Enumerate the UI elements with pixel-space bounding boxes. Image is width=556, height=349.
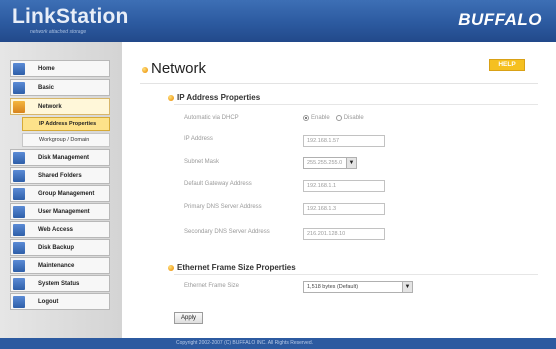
sidebar-subitem-workgroup-domain[interactable]: Workgroup / Domain <box>22 133 110 147</box>
ethernet-frame-size-value: 1,518 bytes (Default) <box>307 284 359 290</box>
sidebar-item-basic[interactable]: Basic <box>10 79 110 96</box>
backup-icon <box>13 241 25 254</box>
sidebar-item-system-status[interactable]: System Status <box>10 275 110 292</box>
sidebar-item-label: Shared Folders <box>38 172 82 179</box>
chevron-down-icon: ▼ <box>346 158 356 168</box>
network-icon <box>13 100 25 113</box>
apply-button[interactable]: Apply <box>174 312 203 324</box>
section-title-ethernet-frame: Ethernet Frame Size Properties <box>177 263 296 272</box>
ethernet-frame-size-select[interactable]: 1,518 bytes (Default) ▼ <box>303 281 413 293</box>
home-icon <box>13 62 25 75</box>
header-bar: LinkStation network attached storage BUF… <box>0 0 556 42</box>
default-gateway-label: Default Gateway Address <box>184 181 252 187</box>
sidebar-item-label: Logout <box>38 298 59 305</box>
footer-bar: Copyright 2002-2007 (C) BUFFALO INC. All… <box>0 338 556 349</box>
help-button[interactable]: HELP <box>489 59 525 71</box>
dhcp-disable-radio[interactable]: Disable <box>335 115 364 121</box>
divider <box>174 104 538 105</box>
folder-icon <box>13 169 25 182</box>
sidebar-item-label: System Status <box>38 280 80 287</box>
linkstation-logo: LinkStation <box>12 5 129 28</box>
sidebar-item-group-management[interactable]: Group Management <box>10 185 110 202</box>
sidebar-item-user-management[interactable]: User Management <box>10 203 110 220</box>
buffalo-logo: BUFFALO <box>458 10 542 29</box>
sidebar-item-maintenance[interactable]: Maintenance <box>10 257 110 274</box>
sidebar-item-label: Maintenance <box>38 262 75 269</box>
sidebar-item-label: Disk Management <box>38 154 90 161</box>
group-icon <box>13 187 25 200</box>
sidebar-item-label: Basic <box>38 84 55 91</box>
sidebar-item-label: Network <box>38 103 62 110</box>
title-bullet-icon <box>142 67 148 73</box>
sidebar-item-disk-backup[interactable]: Disk Backup <box>10 239 110 256</box>
default-gateway-field[interactable]: 192.168.1.1 <box>303 180 385 192</box>
basic-settings-icon <box>13 81 25 94</box>
globe-icon <box>13 223 25 236</box>
divider <box>174 274 538 275</box>
sidebar-item-label: IP Address Properties <box>39 121 97 127</box>
sidebar-item-home[interactable]: Home <box>10 60 110 77</box>
chevron-down-icon: ▼ <box>402 282 412 292</box>
section-title-ip-address: IP Address Properties <box>177 93 261 102</box>
primary-dns-field[interactable]: 192.168.1.3 <box>303 203 385 215</box>
user-icon <box>13 205 25 218</box>
subnet-mask-select[interactable]: 255.255.255.0 ▼ <box>303 157 357 169</box>
logo-tagline: network attached storage <box>30 29 87 35</box>
dhcp-label: Automatic via DHCP <box>184 115 239 121</box>
sidebar-item-label: Workgroup / Domain <box>39 137 90 143</box>
section-bullet-icon <box>168 265 174 271</box>
radio-selected-icon <box>303 115 309 121</box>
section-bullet-icon <box>168 95 174 101</box>
sidebar-item-label: Disk Backup <box>38 244 75 251</box>
sidebar-item-network[interactable]: Network <box>10 98 110 115</box>
sidebar-item-disk-management[interactable]: Disk Management <box>10 149 110 166</box>
dhcp-enable-label: Enable <box>311 115 330 121</box>
dhcp-enable-radio[interactable]: Enable <box>303 115 330 121</box>
sidebar: Home Basic Network IP Address Properties… <box>0 42 122 338</box>
sidebar-item-web-access[interactable]: Web Access <box>10 221 110 238</box>
ethernet-frame-size-label: Ethernet Frame Size <box>184 283 240 289</box>
copyright-text: Copyright 2002-2007 (C) BUFFALO INC. All… <box>176 340 313 346</box>
page-title: Network <box>151 60 207 77</box>
secondary-dns-label: Secondary DNS Server Address <box>184 229 270 235</box>
sidebar-item-label: Web Access <box>38 226 74 233</box>
sidebar-item-logout[interactable]: Logout <box>10 293 110 310</box>
disk-icon <box>13 151 25 164</box>
secondary-dns-field[interactable]: 216.201.128.10 <box>303 228 385 240</box>
dhcp-disable-label: Disable <box>343 115 364 121</box>
primary-dns-label: Primary DNS Server Address <box>184 204 262 210</box>
logout-icon <box>13 295 25 308</box>
sidebar-item-label: Home <box>38 65 55 72</box>
wrench-icon <box>13 259 25 272</box>
radio-unselected-icon <box>335 115 342 121</box>
sidebar-item-shared-folders[interactable]: Shared Folders <box>10 167 110 184</box>
subnet-mask-value: 255.255.255.0 <box>307 160 343 166</box>
ip-address-field[interactable]: 192.168.1.57 <box>303 135 385 147</box>
subnet-mask-label: Subnet Mask <box>184 159 220 165</box>
sidebar-subitem-ip-address-properties[interactable]: IP Address Properties <box>22 117 110 131</box>
sidebar-item-label: Group Management <box>38 190 95 197</box>
divider <box>140 83 538 84</box>
ip-address-label: IP Address <box>184 136 213 142</box>
dhcp-radio-group: Enable Disable <box>303 115 370 121</box>
status-icon <box>13 277 25 290</box>
main-content: Network HELP IP Address Properties Autom… <box>122 42 556 338</box>
sidebar-item-label: User Management <box>38 208 90 215</box>
